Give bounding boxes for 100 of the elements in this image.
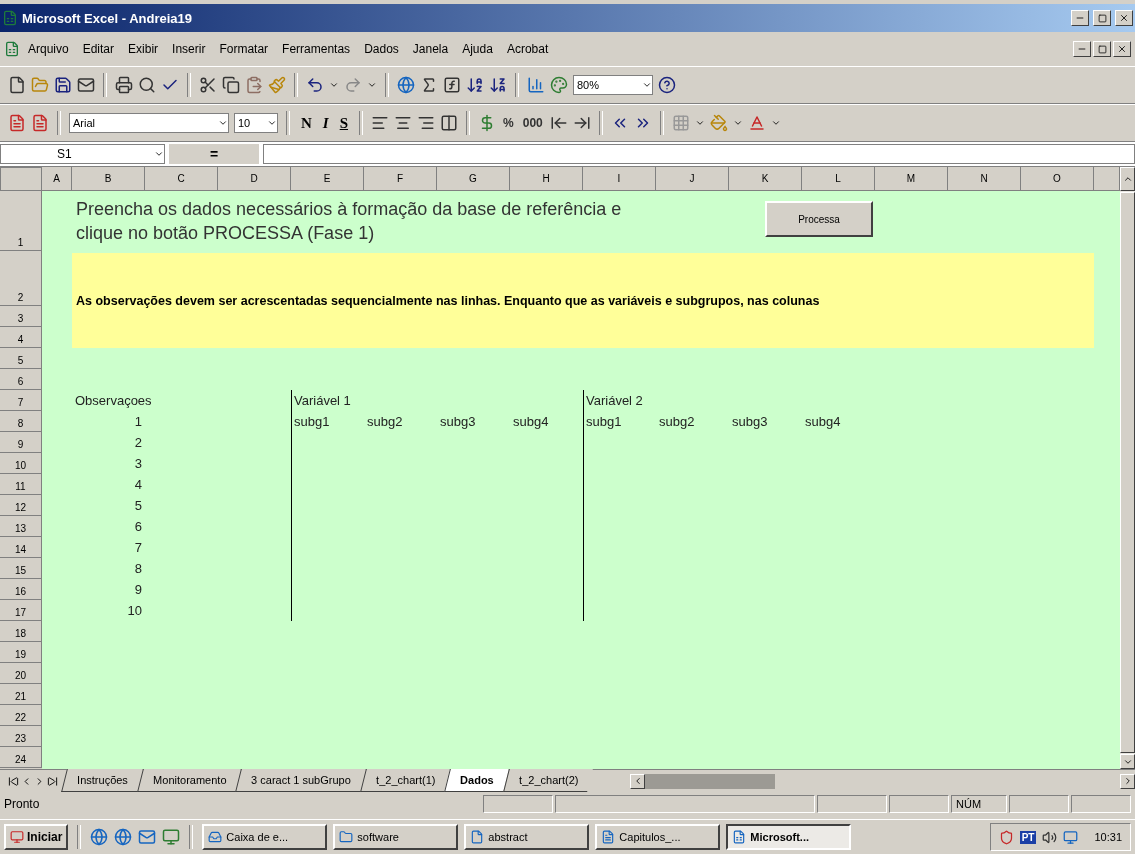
align-center-icon[interactable] [394,114,413,132]
formula-button[interactable]: = [169,144,259,164]
globe-icon[interactable] [397,76,415,94]
network-icon[interactable] [1063,829,1079,845]
last-sheet-icon[interactable] [47,775,58,787]
menu-item[interactable]: Arquivo [22,40,75,58]
menu-item[interactable]: Editar [76,40,121,58]
sheet-tab[interactable]: t_2_chart(2) [502,769,593,792]
row-header[interactable]: 7 [0,390,42,411]
close-icon[interactable] [1119,13,1129,23]
menu-item[interactable]: Janela [406,40,455,58]
taskbar-button[interactable]: Microsoft... [726,824,852,850]
column-header[interactable]: L [802,167,875,191]
speaker-icon[interactable] [1042,829,1058,845]
row-header[interactable]: 2 [0,251,42,306]
row-header[interactable]: 23 [0,726,42,747]
row-header[interactable]: 14 [0,537,42,558]
row-header[interactable]: 24 [0,747,42,768]
row-header[interactable]: 21 [0,684,42,705]
row-header[interactable]: 9 [0,432,42,453]
sheet-tab[interactable]: 3 caract 1 subGrupo [235,769,366,792]
sheet-tab[interactable]: Instruções [61,769,143,792]
restore-icon[interactable] [1097,44,1107,54]
new-file-icon[interactable] [8,76,26,94]
save-icon[interactable] [54,76,72,94]
horizontal-scrollbar[interactable] [645,773,776,789]
workbook-icon[interactable] [4,41,20,57]
sort-descending-icon[interactable] [489,76,507,94]
menu-item[interactable]: Ferramentas [276,40,357,58]
fill-color-icon[interactable] [709,114,728,132]
row-header[interactable]: 6 [0,369,42,390]
taskbar-button[interactable]: software [333,824,459,850]
undo-icon[interactable] [306,76,324,94]
pdf-icon[interactable] [31,114,49,132]
row-header[interactable]: 18 [0,621,42,642]
font-dropdown[interactable]: Arial [69,113,229,133]
drawing-icon[interactable] [550,76,568,94]
minimize-button[interactable] [1073,41,1091,57]
menu-item[interactable]: Ajuda [456,40,499,58]
vertical-scrollbar[interactable] [1120,191,1135,769]
column-header[interactable]: F [364,167,437,191]
sort-ascending-icon[interactable] [466,76,484,94]
restore-button[interactable] [1093,10,1111,26]
decrease-decimal-icon[interactable] [572,114,591,132]
number-format-button[interactable]: % [501,116,516,130]
paste-icon[interactable] [245,76,263,94]
first-sheet-icon[interactable] [8,775,19,787]
column-header[interactable]: C [145,167,218,191]
row-header[interactable]: 22 [0,705,42,726]
row-header[interactable]: 1 [0,191,42,251]
merge-cells-icon[interactable] [440,114,459,132]
chart-icon[interactable] [527,76,545,94]
mail-icon[interactable] [138,828,157,846]
row-header[interactable]: 15 [0,558,42,579]
select-all-corner[interactable] [0,167,42,191]
increase-decimal-icon[interactable] [549,114,568,132]
align-right-icon[interactable] [417,114,436,132]
row-header[interactable]: 5 [0,348,42,369]
browser-icon[interactable] [90,828,109,846]
copy-icon[interactable] [222,76,240,94]
desktop-icon[interactable] [162,828,181,846]
sheet-tab[interactable]: t_2_chart(1) [359,769,450,792]
row-header[interactable]: 10 [0,453,42,474]
sheet-tab[interactable]: Monitoramento [136,769,241,792]
taskbar-button[interactable]: Caixa de e... [202,824,328,850]
style-button[interactable]: N [298,114,315,132]
column-header[interactable]: D [218,167,291,191]
name-box[interactable]: S1 [0,144,165,164]
column-header[interactable]: N [948,167,1021,191]
font-size-dropdown[interactable]: 10 [234,113,278,133]
column-header[interactable]: K [729,167,802,191]
close-icon[interactable] [1117,44,1127,54]
restore-button[interactable] [1093,41,1111,57]
column-header[interactable]: G [437,167,510,191]
close-button[interactable] [1113,41,1131,57]
column-header[interactable]: I [583,167,656,191]
close-button[interactable] [1115,10,1133,26]
help-icon[interactable] [658,76,676,94]
column-header[interactable]: E [291,167,364,191]
row-header[interactable]: 8 [0,411,42,432]
style-button[interactable]: S [336,114,352,132]
function-icon[interactable] [443,76,461,94]
row-header[interactable]: 4 [0,327,42,348]
start-button[interactable]: Iniciar [4,824,69,850]
font-color-icon[interactable] [747,114,766,132]
scroll-up-button[interactable] [1120,167,1135,191]
print-icon[interactable] [115,76,133,94]
browser-icon[interactable] [114,828,133,846]
menu-item[interactable]: Exibir [122,40,165,58]
menu-item[interactable]: Acrobat [500,40,555,58]
row-header[interactable]: 20 [0,663,42,684]
process-button[interactable]: Processa [765,201,873,237]
zoom-dropdown[interactable]: 80% [573,75,653,95]
cut-icon[interactable] [199,76,217,94]
column-header[interactable]: M [875,167,948,191]
column-header[interactable]: H [510,167,583,191]
column-header[interactable]: A [42,167,72,191]
print-preview-icon[interactable] [138,76,156,94]
menu-item[interactable]: Dados [358,40,405,58]
formula-field[interactable] [263,144,1135,164]
